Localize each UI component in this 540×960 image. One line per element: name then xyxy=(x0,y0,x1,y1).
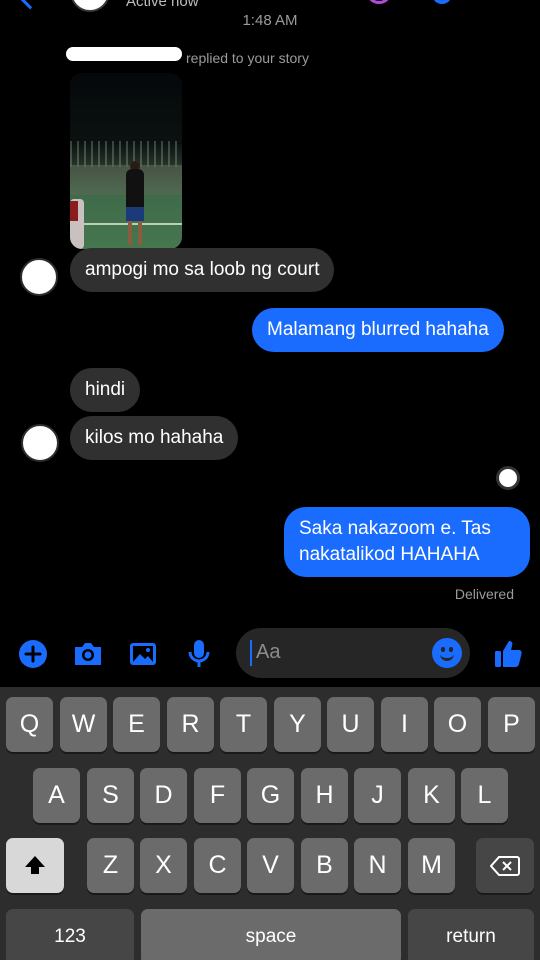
message-bubble-incoming[interactable]: ampogi mo sa loob ng court xyxy=(70,248,335,292)
shift-arrow-icon xyxy=(25,855,45,874)
key-u[interactable]: U xyxy=(327,697,374,752)
message-line: nakatalikod HAHAHA xyxy=(299,544,480,565)
key-l[interactable]: L xyxy=(461,768,508,823)
phone-call-icon[interactable] xyxy=(432,0,452,4)
key-t[interactable]: T xyxy=(220,697,267,752)
text-caret xyxy=(250,640,252,666)
key-y[interactable]: Y xyxy=(274,697,321,752)
key-z[interactable]: Z xyxy=(87,838,134,893)
message-timestamp: 1:48 AM xyxy=(242,12,298,29)
active-status: Active now xyxy=(126,0,199,10)
key-a[interactable]: A xyxy=(33,768,80,823)
read-receipt-avatar xyxy=(496,466,520,490)
key-j[interactable]: J xyxy=(354,768,401,823)
key-e[interactable]: E xyxy=(113,697,160,752)
message-placeholder: Aa xyxy=(256,641,281,663)
key-o[interactable]: O xyxy=(434,697,481,752)
key-g[interactable]: G xyxy=(247,768,294,823)
key-p[interactable]: P xyxy=(488,697,535,752)
plus-icon[interactable] xyxy=(17,638,49,670)
numbers-key[interactable]: 123 xyxy=(6,909,134,960)
image-icon[interactable] xyxy=(127,638,159,670)
return-key[interactable]: return xyxy=(408,909,534,960)
camera-icon[interactable] xyxy=(72,638,104,670)
key-h[interactable]: H xyxy=(301,768,348,823)
thumbs-up-icon[interactable] xyxy=(492,638,524,670)
message-input[interactable]: Aa xyxy=(236,628,470,678)
key-s[interactable]: S xyxy=(87,768,134,823)
sender-avatar[interactable] xyxy=(20,258,58,296)
delivery-status: Delivered xyxy=(454,586,514,602)
backspace-icon xyxy=(490,855,520,876)
key-n[interactable]: N xyxy=(354,838,401,893)
message-bubble-incoming[interactable]: hindi xyxy=(70,368,141,412)
keyboard: Q W E R T Y U I O P A S D F G H J K L Z … xyxy=(0,687,540,960)
story-ring-icon[interactable] xyxy=(366,0,392,4)
key-w[interactable]: W xyxy=(60,697,107,752)
contact-avatar[interactable] xyxy=(70,0,110,12)
key-m[interactable]: M xyxy=(408,838,455,893)
message-bubble-outgoing[interactable]: Saka nakazoom e. Tas nakatalikod HAHAHA xyxy=(284,507,530,577)
key-x[interactable]: X xyxy=(140,838,187,893)
key-f[interactable]: F xyxy=(194,768,241,823)
key-v[interactable]: V xyxy=(247,838,294,893)
redacted-name xyxy=(66,47,182,61)
story-thumbnail[interactable] xyxy=(70,73,182,249)
message-bubble-incoming[interactable]: kilos mo hahaha xyxy=(70,416,239,460)
key-q[interactable]: Q xyxy=(6,697,53,752)
shift-key[interactable] xyxy=(6,838,64,893)
backspace-key[interactable] xyxy=(476,838,534,893)
message-line: Saka nakazoom e. Tas xyxy=(299,518,491,539)
back-chevron-icon[interactable] xyxy=(18,0,42,10)
key-c[interactable]: C xyxy=(194,838,241,893)
key-b[interactable]: B xyxy=(301,838,348,893)
key-d[interactable]: D xyxy=(140,768,187,823)
message-bubble-outgoing[interactable]: Malamang blurred hahaha xyxy=(252,308,504,352)
microphone-icon[interactable] xyxy=(183,638,215,670)
key-i[interactable]: I xyxy=(381,697,428,752)
space-key[interactable]: space xyxy=(141,909,401,960)
key-r[interactable]: R xyxy=(167,697,214,752)
emoji-icon[interactable] xyxy=(432,638,462,668)
sender-avatar[interactable] xyxy=(21,424,59,462)
key-k[interactable]: K xyxy=(408,768,455,823)
